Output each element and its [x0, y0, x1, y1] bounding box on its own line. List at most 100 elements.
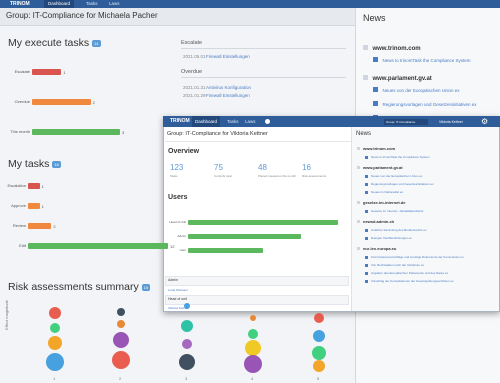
overlay-news-site[interactable]: newsd.admin.ch [363, 219, 394, 224]
risk-bubble[interactable] [182, 339, 192, 349]
rss-icon [357, 247, 360, 250]
risk-bubble[interactable] [248, 329, 258, 339]
users-bar-label: Head of Unit [169, 220, 186, 224]
overdue-task-link[interactable]: Firewall Einstellungen [206, 93, 250, 98]
article-icon [365, 229, 368, 232]
overview-title: Overview [168, 148, 200, 155]
overlay-news-item[interactable]: Energie/ Veröffentlichungen ex [371, 236, 496, 240]
risk-bubble[interactable] [48, 336, 62, 350]
overdue-task-link[interactable]: Antivirus Konfiguration [206, 85, 251, 90]
overlay-news-item[interactable]: Vorschlag der Konsultationen der Gesetzg… [371, 279, 496, 283]
tab-tasks[interactable]: Tasks [82, 0, 102, 8]
news-title: News [363, 13, 386, 23]
rss-icon [363, 45, 368, 50]
overlay-news-item[interactable]: Von Rechtsakten nach der Verfahren ex [371, 263, 496, 267]
tab-dashboard[interactable]: Dashboard [44, 0, 75, 8]
info-icon[interactable] [265, 119, 270, 124]
tab-laws[interactable]: Laws [105, 0, 124, 8]
overlay-news-item[interactable]: Gesetze im Internet - Aktualitätendienst [371, 209, 496, 213]
execute-tasks-label: My execute tasks [8, 37, 90, 49]
user-menu[interactable]: Viktoria Kettner [439, 119, 463, 125]
risk-bubble[interactable] [181, 320, 193, 332]
group-select[interactable]: Group: IT-Compliance [384, 119, 428, 125]
overlay-news-item[interactable]: Kommissionsvorschläge und sonstige Dokum… [371, 255, 496, 259]
mytasks-bar[interactable] [28, 203, 40, 209]
execute-bar-value: 3 [122, 130, 125, 135]
article-icon [365, 183, 368, 186]
users-bar[interactable] [188, 248, 263, 253]
gear-icon[interactable]: ⚙ [481, 117, 488, 126]
overlay-news-site[interactable]: www.parlament.gv.at [363, 165, 403, 170]
my-tasks-badge: 16 [52, 160, 61, 168]
mytasks-bar-value: 1 [41, 204, 44, 209]
overlay-news-item[interactable]: News to trinomTask the Compliance System [371, 155, 496, 159]
article-icon [365, 256, 368, 259]
overlay-news-item[interactable]: Angaben des Europäischen Parlaments und … [371, 271, 496, 275]
users-bar[interactable] [188, 220, 338, 225]
risk-bubble[interactable] [313, 360, 325, 372]
mytasks-bar[interactable] [28, 243, 168, 249]
risk-bubble[interactable] [250, 315, 256, 321]
risk-bubble[interactable] [179, 354, 195, 370]
escalate-task-link[interactable]: Firewall Einstellungen [206, 54, 250, 59]
overlay-news-item[interactable]: Amtliche Sammlung des Bundesrechts ex [371, 228, 496, 232]
risk-bubble[interactable] [314, 313, 324, 323]
risk-bubble[interactable] [113, 332, 129, 348]
risk-bubble[interactable] [117, 308, 125, 316]
risk-bubble[interactable] [46, 353, 64, 371]
mytasks-bar-value: 1 [41, 184, 44, 189]
risk-bubble[interactable] [313, 330, 325, 342]
execute-bar[interactable] [32, 129, 120, 135]
overlay-news-item[interactable]: Neues im Nationalrat ex [371, 190, 496, 194]
app-logo[interactable]: TRINOM [10, 0, 30, 8]
risk-bubble[interactable] [312, 346, 326, 360]
stat-number: 48 [258, 163, 267, 172]
article-icon [373, 87, 378, 92]
group-title: Group: IT-Compliance for Michaela Pacher [6, 11, 158, 20]
my-tasks-title: My tasks 16 [8, 158, 61, 170]
risk-x-tick: 3 [185, 376, 188, 381]
execute-bar[interactable] [32, 69, 62, 75]
overlay-news-title: News [356, 131, 372, 137]
article-icon [365, 156, 368, 159]
mytasks-bar[interactable] [28, 183, 40, 189]
risk-bubble[interactable] [245, 340, 261, 356]
news-item-link[interactable]: News to trinomTask the Compliance System [382, 58, 470, 63]
risk-bubble[interactable] [117, 320, 125, 328]
overlay-news-site[interactable]: www.trinom.com [363, 146, 395, 151]
overlay-tab-laws[interactable]: Laws [245, 116, 256, 127]
mytasks-bar[interactable] [28, 223, 52, 229]
overlay-news-site[interactable]: gesetze-im-internet.de [363, 200, 405, 205]
execute-tasks-title: My execute tasks 14 [8, 37, 101, 49]
risk-bubble[interactable] [184, 303, 190, 309]
overlay-tab-tasks[interactable]: Tasks [227, 116, 239, 127]
stat-label: Risk assessments [302, 174, 327, 178]
article-icon [365, 210, 368, 213]
article-icon [365, 272, 368, 275]
admin-user-link[interactable]: Lusia Wiestaur [168, 288, 188, 292]
overlay-news-item[interactable]: Regierungsvorlagen und Gesetzesinitiativ… [371, 182, 496, 186]
users-title: Users [168, 194, 188, 201]
article-icon [365, 237, 368, 240]
overlay-logo[interactable]: TRINOM [170, 116, 190, 127]
users-bar-label: User [179, 248, 186, 252]
overlay-news-site[interactable]: eur-lex.europa.eu [363, 246, 396, 251]
stat-number: 123 [170, 163, 184, 172]
users-bar[interactable] [188, 234, 301, 239]
rss-icon [357, 147, 360, 150]
risk-bubble[interactable] [112, 351, 130, 369]
overlay-tab-dashboard[interactable]: Dashboard [192, 116, 221, 127]
overlay-news-item[interactable]: Neues von der Europäischen Union ex [371, 174, 496, 178]
users-bar-label: Admin [177, 234, 186, 238]
mytasks-bar-label: Edit [19, 243, 26, 248]
stat-label: Planed measures this month [258, 174, 297, 178]
execute-bar-value: 1 [63, 70, 66, 75]
risk-bubble[interactable] [49, 307, 61, 319]
stat-number: 75 [214, 163, 223, 172]
my-tasks-label: My tasks [8, 158, 50, 170]
risk-bubble[interactable] [50, 323, 60, 333]
execute-bar[interactable] [32, 99, 91, 105]
news-item[interactable]: News to trinomTask the Compliance System [373, 49, 470, 67]
risk-bubble[interactable] [244, 355, 262, 373]
stat-number: 16 [302, 163, 311, 172]
